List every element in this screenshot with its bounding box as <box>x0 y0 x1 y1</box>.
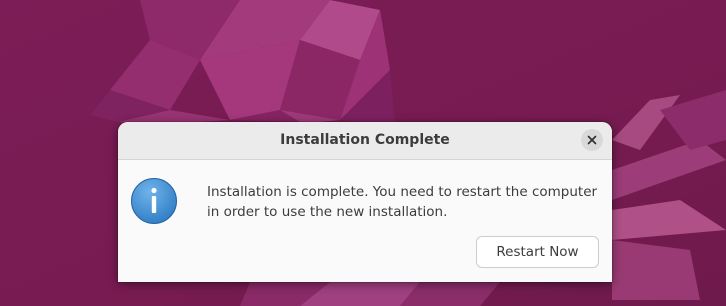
dialog-message: Installation is complete. You need to re… <box>207 182 607 222</box>
info-icon <box>131 178 177 224</box>
restart-now-button[interactable]: Restart Now <box>476 236 599 268</box>
close-icon <box>587 135 597 145</box>
dialog-titlebar: Installation Complete <box>118 122 612 160</box>
dialog-title: Installation Complete <box>280 132 450 148</box>
installation-complete-dialog: Installation Complete Installation is co… <box>118 122 612 282</box>
message-line-1: Installation is complete. You need to re… <box>207 184 598 200</box>
dialog-body: Installation is complete. You need to re… <box>118 160 612 282</box>
desktop: Installation Complete Installation is co… <box>0 0 726 306</box>
close-button[interactable] <box>581 129 603 151</box>
message-line-2: in order to use the new installation. <box>207 204 448 220</box>
